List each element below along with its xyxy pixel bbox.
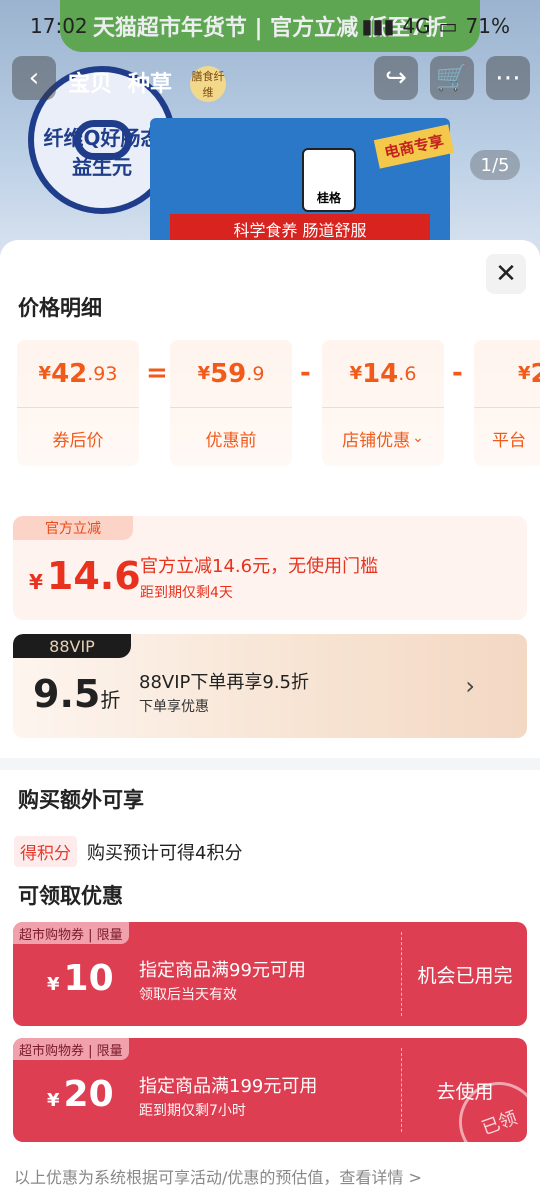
price-original-label: 优惠前 bbox=[205, 430, 257, 451]
fiber-badge: 膳食纤维 bbox=[190, 66, 226, 102]
back-button[interactable]: ‹ bbox=[12, 56, 56, 100]
points-badge: 得积分 bbox=[14, 836, 77, 867]
status-bar: 17:02 ▮▮▮ 4G ▭ 71% bbox=[0, 8, 540, 44]
currency-symbol: ¥ bbox=[518, 363, 531, 384]
disclaimer-link[interactable]: 以上优惠为系统根据可享活动/优惠的预估值，查看详情 > bbox=[14, 1164, 422, 1188]
official-discount-title: 官方立减14.6元，无使用门槛 bbox=[140, 556, 379, 577]
vip-discount-value: 9.5折 bbox=[33, 672, 120, 716]
price-card-platform: ¥2 平台 bbox=[474, 340, 540, 466]
currency-symbol: ¥ bbox=[38, 363, 52, 384]
minus-operator: - bbox=[452, 358, 463, 388]
platform-discount-label: 平台 bbox=[492, 430, 526, 451]
platform-discount-value: ¥2 bbox=[474, 340, 540, 408]
sheet-title: 价格明细 bbox=[18, 296, 102, 320]
vip-badge: 88VIP bbox=[13, 634, 131, 658]
share-button[interactable]: ↪ bbox=[374, 56, 418, 100]
signal-icon: ▮▮▮ bbox=[361, 14, 395, 38]
image-pager: 1/5 bbox=[470, 150, 520, 180]
price-int: 42 bbox=[51, 358, 88, 389]
price-final-label: 券后价 bbox=[52, 430, 104, 451]
price-int: 2 bbox=[530, 358, 540, 389]
minus-operator: - bbox=[300, 358, 311, 388]
coupon-card: 超市购物券 | 限量 ¥10 指定商品满99元可用 领取后当天有效 机会已用完 bbox=[13, 922, 527, 1026]
coupon-card: 超市购物券 | 限量 ¥20 指定商品满199元可用 距到期仅剩7小时 去使用 … bbox=[13, 1038, 527, 1142]
coupon-condition: 指定商品满99元可用 bbox=[139, 960, 306, 981]
vip-discount-card[interactable]: 88VIP 9.5折 88VIP下单再享9.5折 下单享优惠 › bbox=[13, 634, 527, 738]
vip-discount-sub: 下单享优惠 bbox=[139, 699, 209, 715]
chevron-down-icon: ⌄ bbox=[412, 430, 424, 446]
discount-number: 9.5 bbox=[33, 672, 101, 716]
coupon-amount: ¥10 bbox=[47, 958, 114, 999]
currency-symbol: ¥ bbox=[47, 974, 60, 995]
battery-icon: ▭ bbox=[438, 14, 458, 38]
extra-benefits-title: 购买额外可享 bbox=[18, 788, 144, 812]
more-button[interactable]: ⋯ bbox=[486, 56, 530, 100]
price-int: 14 bbox=[362, 358, 399, 389]
coupon-badge: 超市购物券 | 限量 bbox=[13, 922, 129, 944]
price-dec: .93 bbox=[87, 362, 118, 385]
coupon-validity: 距到期仅剩7小时 bbox=[139, 1103, 246, 1119]
vip-discount-title: 88VIP下单再享9.5折 bbox=[139, 672, 310, 693]
coupon-action-disabled: 机会已用完 bbox=[417, 964, 513, 987]
amount-value: 20 bbox=[63, 1074, 114, 1115]
store-discount-label: 店铺优惠 ⌄ bbox=[322, 410, 444, 466]
tab-notes[interactable]: 种草 bbox=[128, 66, 172, 98]
product-gallery-background: 天猫超市年货节 | 官方立减 低至7折 17:02 ▮▮▮ 4G ▭ 71% 纤… bbox=[0, 0, 540, 260]
chevron-left-icon: ‹ bbox=[28, 63, 40, 93]
price-card-store-discount[interactable]: ¥14.6 店铺优惠 ⌄ bbox=[322, 340, 444, 466]
points-text: 购买预计可得4积分 bbox=[87, 842, 243, 864]
tab-product[interactable]: 宝贝 bbox=[68, 66, 112, 98]
currency-symbol: ¥ bbox=[349, 363, 363, 384]
price-original-value: ¥59.9 bbox=[170, 340, 292, 408]
currency-symbol: ¥ bbox=[197, 363, 211, 384]
official-discount-expiry: 距到期仅剩4天 bbox=[140, 585, 233, 601]
currency-symbol: ¥ bbox=[29, 570, 43, 594]
chevron-right-icon: › bbox=[465, 672, 475, 700]
status-time: 17:02 bbox=[30, 14, 88, 38]
currency-symbol: ¥ bbox=[47, 1090, 60, 1111]
coupon-condition: 指定商品满199元可用 bbox=[139, 1076, 318, 1097]
cart-icon: 🛒 bbox=[435, 63, 469, 93]
battery-level: 71% bbox=[465, 14, 510, 38]
official-discount-amount: ¥14.6 bbox=[29, 554, 141, 598]
amount-value: 14.6 bbox=[46, 554, 141, 598]
more-icon: ⋯ bbox=[495, 63, 521, 93]
price-detail-sheet: ✕ 价格明细 ¥42.93 券后价 = ¥59.9 优惠前 - ¥14.6 店铺… bbox=[0, 240, 540, 1200]
coupon-badge: 超市购物券 | 限量 bbox=[13, 1038, 129, 1060]
store-discount-text: 店铺优惠 bbox=[342, 430, 411, 451]
price-dec: .6 bbox=[398, 362, 417, 385]
discount-unit: 折 bbox=[100, 688, 121, 712]
coupon-validity: 领取后当天有效 bbox=[139, 987, 237, 1003]
brand-logo: 桂格 bbox=[302, 148, 356, 212]
price-card-final: ¥42.93 券后价 bbox=[17, 340, 139, 466]
points-row: 得积分 购买预计可得4积分 bbox=[14, 836, 242, 867]
close-icon: ✕ bbox=[495, 259, 517, 289]
network-label: 4G bbox=[402, 14, 431, 38]
coupon-separator bbox=[401, 1048, 402, 1132]
share-icon: ↪ bbox=[385, 63, 407, 93]
brand-name: 桂格 bbox=[316, 191, 341, 205]
official-discount-badge: 官方立减 bbox=[13, 516, 133, 540]
price-card-original: ¥59.9 优惠前 bbox=[170, 340, 292, 466]
section-divider bbox=[0, 758, 540, 770]
store-discount-value: ¥14.6 bbox=[322, 340, 444, 408]
amount-value: 10 bbox=[63, 958, 114, 999]
price-dec: .9 bbox=[246, 362, 265, 385]
price-int: 59 bbox=[210, 358, 247, 389]
official-discount-card: 官方立减 ¥14.6 官方立减14.6元，无使用门槛 距到期仅剩4天 bbox=[13, 516, 527, 620]
cart-button[interactable]: 🛒 bbox=[430, 56, 474, 100]
coupon-separator bbox=[401, 932, 402, 1016]
coupon-amount: ¥20 bbox=[47, 1074, 114, 1115]
price-final-value: ¥42.93 bbox=[17, 340, 139, 408]
coupon-section-title: 可领取优惠 bbox=[18, 884, 123, 908]
equals-operator: = bbox=[146, 358, 168, 388]
close-button[interactable]: ✕ bbox=[486, 254, 526, 294]
